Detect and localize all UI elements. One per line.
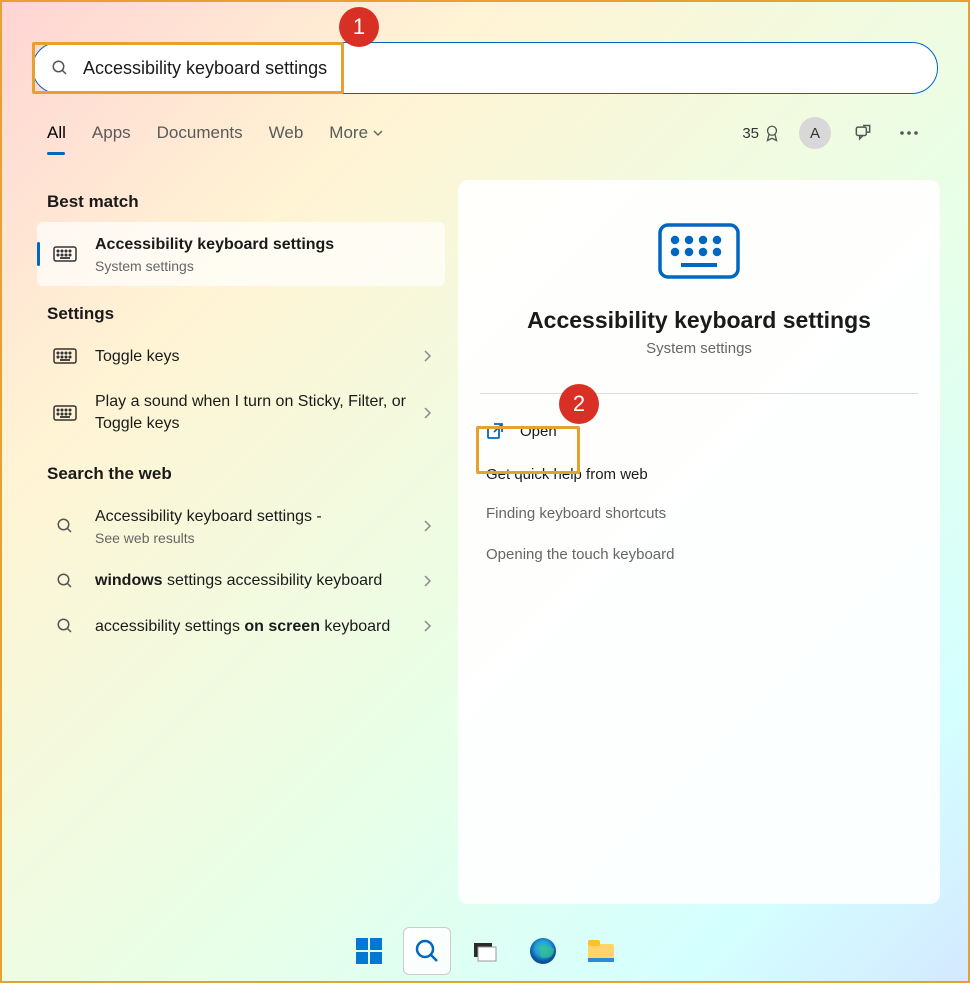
- section-settings: Settings: [47, 304, 435, 324]
- edge-browser-button[interactable]: [519, 927, 567, 975]
- detail-subtitle: System settings: [480, 340, 918, 357]
- rewards-points[interactable]: 35: [742, 124, 781, 142]
- search-icon: [51, 617, 79, 635]
- search-icon: [51, 572, 79, 590]
- search-taskbar-button[interactable]: [403, 927, 451, 975]
- help-header: Get quick help from web: [486, 466, 912, 483]
- section-best-match: Best match: [47, 192, 435, 212]
- keyboard-hero-icon: [657, 222, 741, 280]
- web-result-2[interactable]: accessibility settings on screen keyboar…: [37, 604, 445, 650]
- detail-panel: Accessibility keyboard settings System s…: [458, 180, 940, 904]
- task-view-button[interactable]: [461, 927, 509, 975]
- divider: [480, 393, 918, 394]
- web-result-0[interactable]: Accessibility keyboard settings - See we…: [37, 494, 445, 558]
- tab-all[interactable]: All: [47, 117, 66, 149]
- web-result-1[interactable]: windows settings accessibility keyboard: [37, 558, 445, 604]
- search-icon: [51, 59, 69, 77]
- filter-tabs: All Apps Documents Web More 35 A: [47, 117, 923, 149]
- tab-more[interactable]: More: [329, 117, 383, 149]
- file-explorer-button[interactable]: [577, 927, 625, 975]
- search-input[interactable]: [83, 58, 919, 79]
- chevron-right-icon: [423, 407, 431, 419]
- tab-apps[interactable]: Apps: [92, 117, 131, 149]
- user-avatar[interactable]: A: [799, 117, 831, 149]
- keyboard-icon: [51, 405, 79, 421]
- search-bar[interactable]: [32, 42, 938, 94]
- tab-documents[interactable]: Documents: [157, 117, 243, 149]
- detail-title: Accessibility keyboard settings: [480, 307, 918, 334]
- chevron-right-icon: [423, 350, 431, 362]
- chevron-right-icon: [423, 620, 431, 632]
- keyboard-icon: [51, 246, 79, 262]
- settings-result-toggle-keys[interactable]: Toggle keys: [37, 334, 445, 380]
- search-icon: [51, 517, 79, 535]
- tab-web[interactable]: Web: [269, 117, 304, 149]
- section-search-web: Search the web: [47, 464, 435, 484]
- help-link-shortcuts[interactable]: Finding keyboard shortcuts: [480, 493, 918, 534]
- keyboard-icon: [51, 348, 79, 364]
- medal-icon: [763, 124, 781, 142]
- chevron-right-icon: [423, 520, 431, 532]
- settings-result-play-sound[interactable]: Play a sound when I turn on Sticky, Filt…: [37, 379, 445, 446]
- more-options-icon[interactable]: [895, 119, 923, 147]
- open-action[interactable]: Open: [480, 410, 918, 452]
- chevron-right-icon: [423, 575, 431, 587]
- help-link-touch-keyboard[interactable]: Opening the touch keyboard: [480, 534, 918, 575]
- start-button[interactable]: [345, 927, 393, 975]
- chevron-down-icon: [373, 128, 383, 138]
- feedback-icon[interactable]: [849, 119, 877, 147]
- annotation-callout-2: 2: [559, 384, 599, 424]
- taskbar: [2, 921, 968, 981]
- results-panel: Best match Accessibility keyboard settin…: [37, 180, 445, 881]
- best-match-result[interactable]: Accessibility keyboard settings System s…: [37, 222, 445, 286]
- annotation-callout-1: 1: [339, 7, 379, 47]
- open-external-icon: [486, 422, 504, 440]
